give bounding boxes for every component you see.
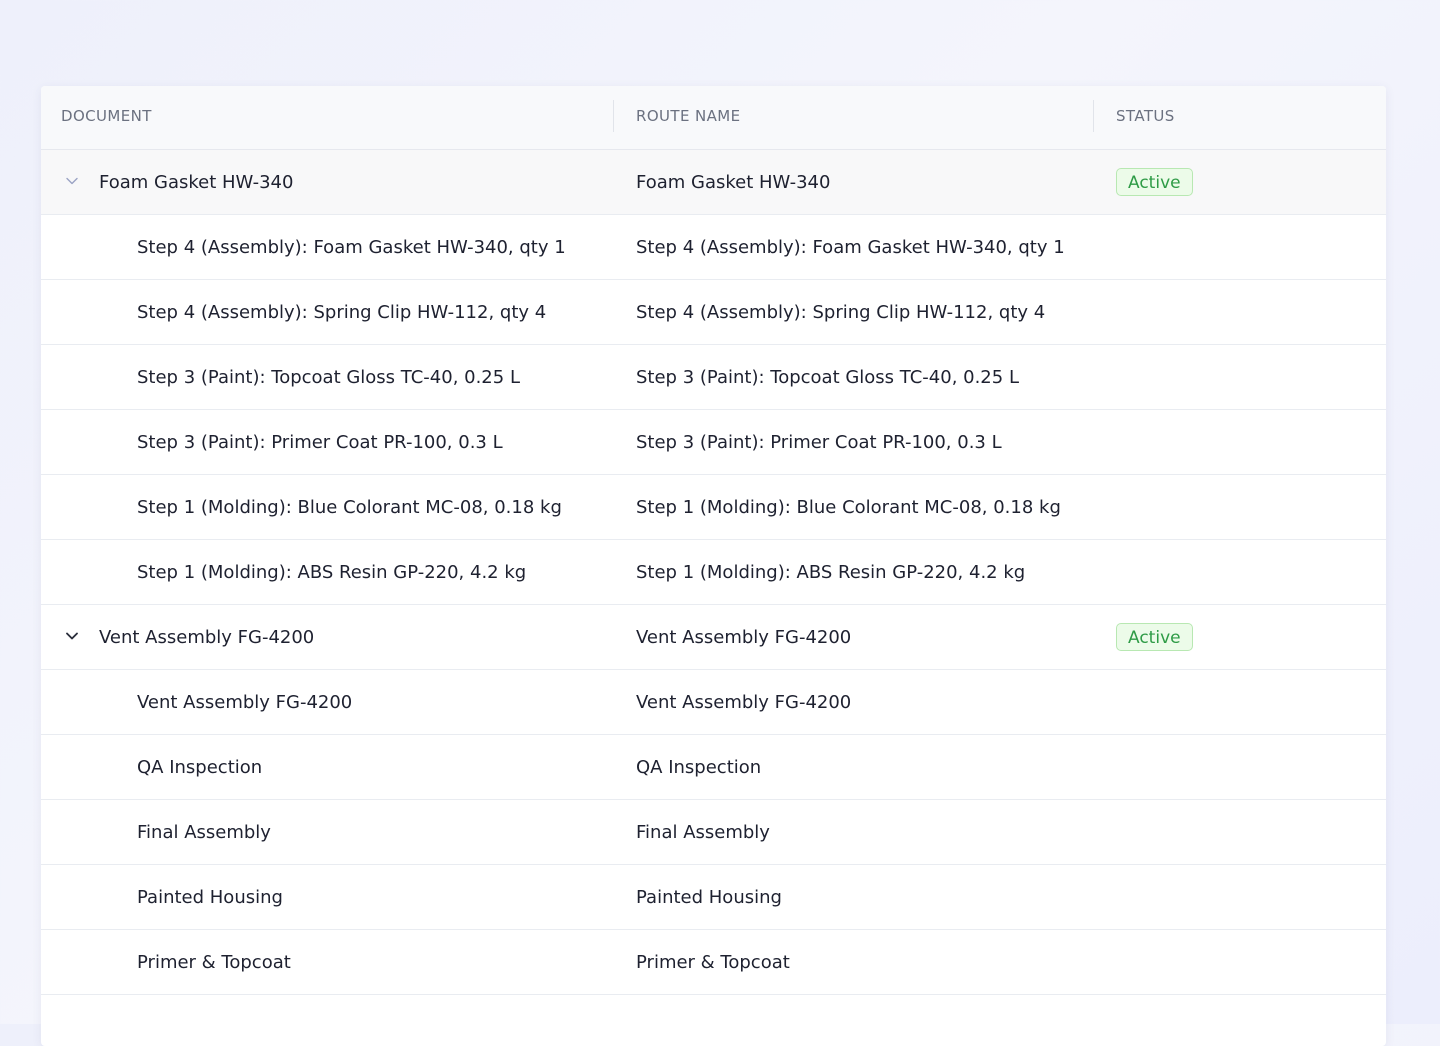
chevron-down-icon[interactable]	[63, 172, 81, 190]
route-name-cell: Primer & Topcoat	[636, 952, 790, 973]
document-cell: Vent Assembly FG-4200	[99, 627, 315, 648]
table-body: Foam Gasket HW-340 Foam Gasket HW-340 Acti…	[41, 150, 1386, 995]
route-name-cell: Step 1 (Molding): Blue Colorant MC-08, 0…	[636, 497, 1061, 518]
route-name-cell: Step 4 (Assembly): Spring Clip HW-112, q…	[636, 302, 1046, 323]
table-row[interactable]: Vent Assembly FG-4200 Vent Assembly FG-42…	[41, 670, 1386, 735]
route-name-cell: Vent Assembly FG-4200	[636, 627, 852, 648]
route-name-cell: Step 1 (Molding): ABS Resin GP-220, 4.2 …	[636, 562, 1026, 583]
table-row[interactable]: Step 3 (Paint): Topcoat Gloss TC-40, 0.2…	[41, 345, 1386, 410]
document-cell: Step 3 (Paint): Topcoat Gloss TC-40, 0.2…	[137, 367, 520, 388]
document-cell: Painted Housing	[137, 887, 283, 908]
document-cell: Final Assembly	[137, 822, 271, 843]
table-row[interactable]: Step 3 (Paint): Primer Coat PR-100, 0.3 …	[41, 410, 1386, 475]
table-row[interactable]: Final Assembly Final Assembly	[41, 800, 1386, 865]
table-row-parent[interactable]: Vent Assembly FG-4200 Vent Assembly FG-42…	[41, 605, 1386, 670]
column-header-route-name[interactable]: ROUTE NAME	[636, 86, 741, 149]
document-cell: Step 1 (Molding): ABS Resin GP-220, 4.2 …	[137, 562, 527, 583]
document-cell: Step 3 (Paint): Primer Coat PR-100, 0.3 …	[137, 432, 503, 453]
table-row[interactable]: Painted Housing Painted Housing	[41, 865, 1386, 930]
status-badge: Active	[1116, 168, 1193, 196]
route-name-cell: Step 3 (Paint): Primer Coat PR-100, 0.3 …	[636, 432, 1002, 453]
column-resize-handle[interactable]	[1093, 100, 1094, 132]
route-name-cell: Foam Gasket HW-340	[636, 172, 831, 193]
route-name-cell: QA Inspection	[636, 757, 762, 778]
route-name-cell: Step 3 (Paint): Topcoat Gloss TC-40, 0.2…	[636, 367, 1019, 388]
document-cell: QA Inspection	[137, 757, 263, 778]
table-row[interactable]: Primer & Topcoat Primer & Topcoat	[41, 930, 1386, 995]
column-resize-handle[interactable]	[613, 100, 614, 132]
table-row[interactable]: Step 1 (Molding): ABS Resin GP-220, 4.2 …	[41, 540, 1386, 605]
route-name-cell: Vent Assembly FG-4200	[636, 692, 852, 713]
document-cell: Step 4 (Assembly): Foam Gasket HW-340, q…	[137, 237, 566, 258]
table-header: DOCUMENT ROUTE NAME STATUS	[41, 86, 1386, 150]
document-cell: Step 1 (Molding): Blue Colorant MC-08, 0…	[137, 497, 562, 518]
chevron-down-icon[interactable]	[63, 627, 81, 645]
table-row[interactable]: Step 1 (Molding): Blue Colorant MC-08, 0…	[41, 475, 1386, 540]
document-cell: Step 4 (Assembly): Spring Clip HW-112, q…	[137, 302, 547, 323]
table-row[interactable]: Step 4 (Assembly): Foam Gasket HW-340, q…	[41, 215, 1386, 280]
table-row-parent[interactable]: Foam Gasket HW-340 Foam Gasket HW-340 Acti…	[41, 150, 1386, 215]
documents-table: DOCUMENT ROUTE NAME STATUS Foam Gasket H…	[41, 86, 1386, 1046]
table-row[interactable]: Step 4 (Assembly): Spring Clip HW-112, q…	[41, 280, 1386, 345]
document-cell: Vent Assembly FG-4200	[137, 692, 353, 713]
document-cell: Foam Gasket HW-340	[99, 172, 294, 193]
route-name-cell: Final Assembly	[636, 822, 770, 843]
document-cell: Primer & Topcoat	[137, 952, 291, 973]
table-row[interactable]: QA Inspection QA Inspection	[41, 735, 1386, 800]
route-name-cell: Painted Housing	[636, 887, 782, 908]
status-badge: Active	[1116, 623, 1193, 651]
route-name-cell: Step 4 (Assembly): Foam Gasket HW-340, q…	[636, 237, 1065, 258]
column-header-status[interactable]: STATUS	[1116, 86, 1175, 149]
column-header-document[interactable]: DOCUMENT	[61, 86, 152, 149]
